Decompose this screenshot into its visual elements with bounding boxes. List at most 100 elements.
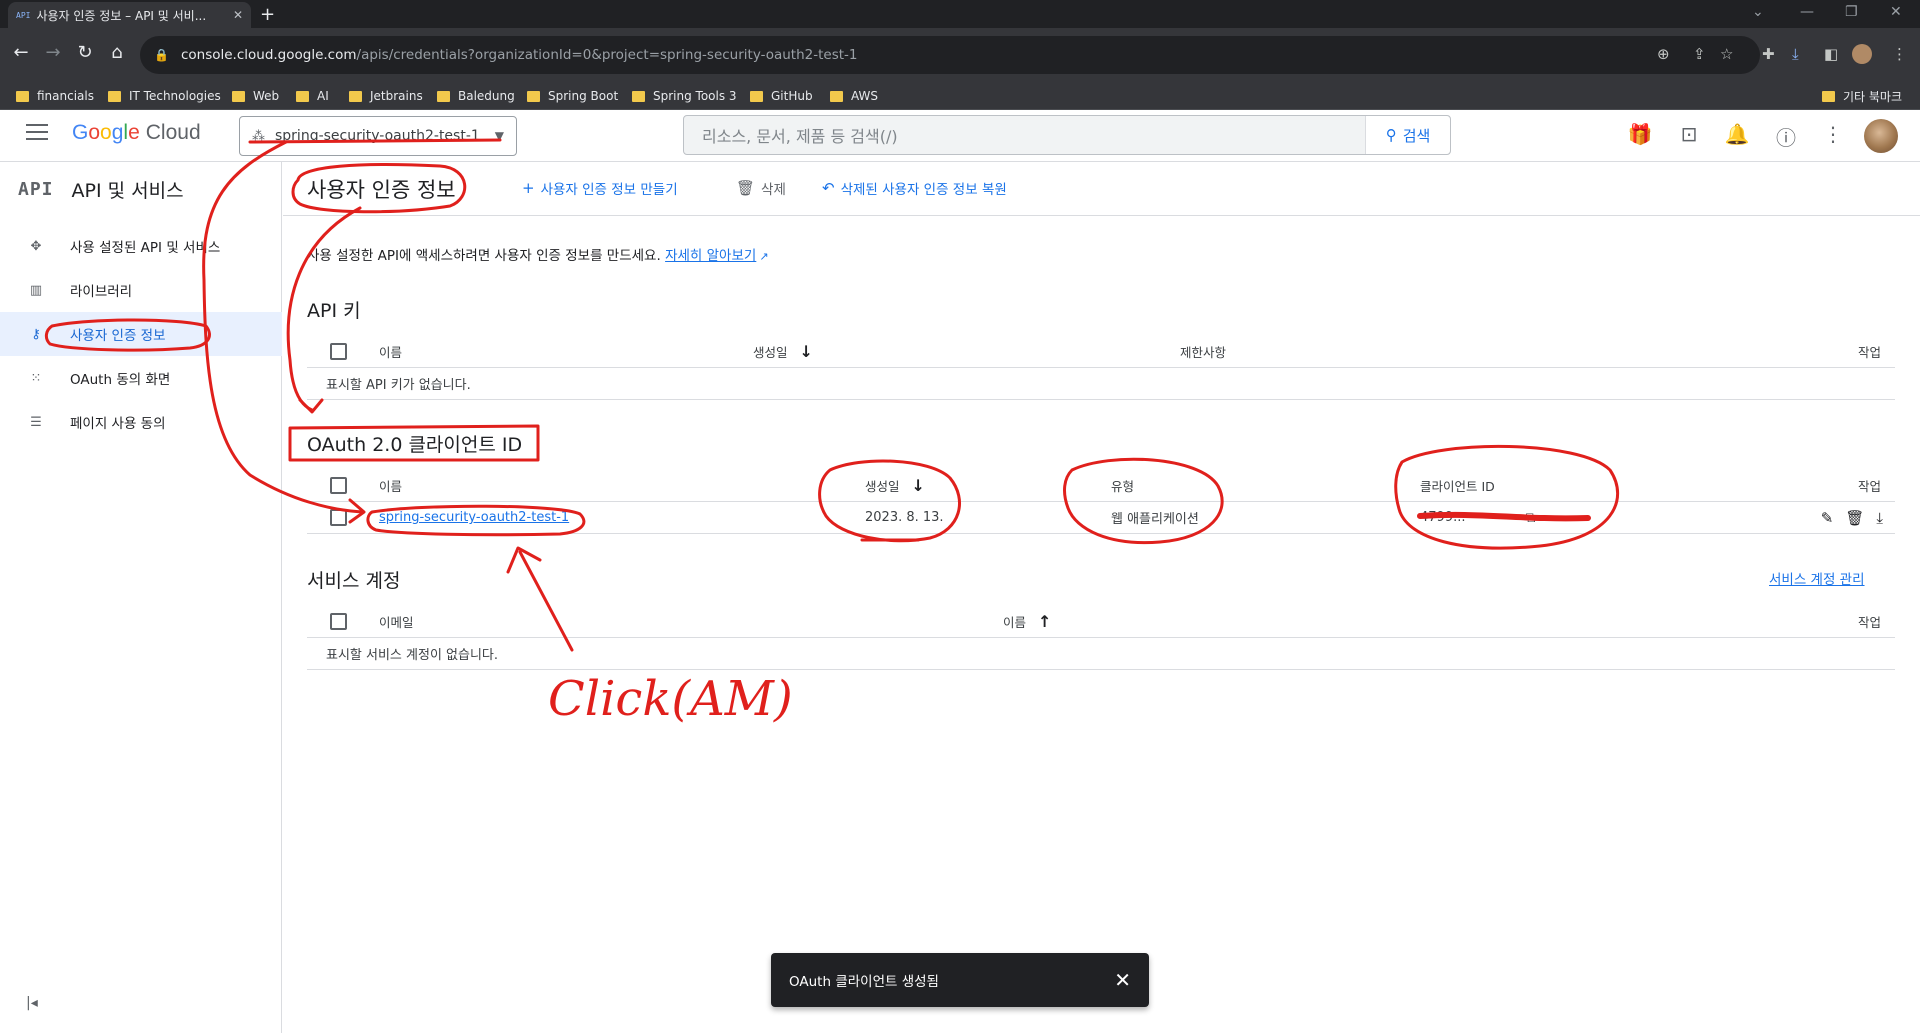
select-all-checkbox[interactable] [330, 342, 347, 360]
download-icon[interactable]: ⤓ [1876, 509, 1883, 527]
other-bookmarks[interactable]: 기타 북마크 [1822, 82, 1902, 110]
sidebar-item-library[interactable]: ▥ 라이브러리 [0, 268, 282, 312]
sidebar-item-credentials[interactable]: ⚷ 사용자 인증 정보 [0, 312, 282, 356]
bookmark-folder[interactable]: AWS [830, 82, 878, 110]
manage-service-accounts-link[interactable]: 서비스 계정 관리 [1769, 568, 1865, 588]
search-input[interactable]: 리소스, 문서, 제품 등 검색(/) [684, 123, 1365, 147]
download-icon[interactable]: ⤓ [1792, 45, 1799, 63]
minimize-icon[interactable]: — [1800, 4, 1814, 20]
empty-row: 표시할 API 키가 없습니다. [307, 368, 1895, 400]
delete-button[interactable]: 🗑 삭제 [736, 178, 786, 198]
bookmarks-bar [0, 82, 1920, 110]
bookmark-folder[interactable]: IT Technologies [108, 82, 221, 110]
api-keys-table: 이름 생성일 ↓ 제한사항 작업 표시할 API 키가 없습니다. [307, 335, 1895, 400]
arrow-up-icon: ↑ [1038, 611, 1052, 631]
edit-icon[interactable]: ✎ [1821, 509, 1834, 527]
forward-icon[interactable]: → [42, 42, 64, 63]
empty-message: 표시할 API 키가 없습니다. [326, 378, 471, 393]
project-name: spring-security-oauth2-test-1 [275, 128, 480, 144]
column-name[interactable]: 이름 [379, 470, 402, 501]
column-email[interactable]: 이메일 [379, 605, 414, 637]
bookmark-folder[interactable]: financials [16, 82, 94, 110]
oauth-clients-table: 이름 생성일 ↓ 유형 클라이언트 ID 작업 spring-security-o… [307, 470, 1895, 534]
annotation-arrowhead [506, 546, 542, 574]
folder-icon [437, 90, 450, 102]
bookmark-star-icon[interactable]: ☆ [1720, 45, 1733, 63]
restore-icon[interactable]: ❐ [1845, 4, 1858, 20]
more-menu-icon[interactable]: ⋮ [1892, 45, 1907, 63]
sidebar-title: API 및 서비스 [71, 180, 184, 202]
browser-tab[interactable]: API 사용자 인증 정보 – API 및 서비... ✕ [8, 2, 251, 28]
folder-icon [1822, 90, 1835, 102]
create-credentials-button[interactable]: + 사용자 인증 정보 만들기 [522, 178, 678, 198]
undo-icon: ↶ [822, 179, 835, 197]
side-panel-icon[interactable]: ◧ [1824, 45, 1838, 63]
sidebar-item-enabled-apis[interactable]: ✥ 사용 설정된 API 및 서비스 [0, 224, 282, 268]
close-tab-icon[interactable]: ✕ [233, 8, 243, 22]
gift-icon[interactable]: 🎁 [1627, 122, 1653, 146]
folder-icon [750, 90, 763, 102]
help-icon[interactable]: ⓘ [1773, 122, 1799, 151]
bookmark-folder[interactable]: AI [296, 82, 329, 110]
folder-icon [527, 90, 540, 102]
table-row: spring-security-oauth2-test-1 2023. 8. 1… [307, 502, 1895, 534]
extensions-icon[interactable]: ✚ [1762, 45, 1775, 63]
browser-tab-strip [0, 0, 1920, 28]
bookmark-folder[interactable]: Baledung [437, 82, 515, 110]
cloud-shell-icon[interactable]: ⊡ [1676, 122, 1702, 146]
address-bar[interactable]: 🔒 console.cloud.google.com/apis/credenti… [140, 36, 1760, 74]
column-created[interactable]: 생성일 ↓ [865, 470, 925, 501]
tab-search-icon[interactable]: ⌄ [1752, 4, 1764, 20]
learn-more-link[interactable]: 자세히 알아보기 [665, 248, 756, 264]
sidebar-item-oauth-consent[interactable]: ⁙ OAuth 동의 화면 [0, 356, 282, 400]
zoom-icon[interactable]: ⊕ [1657, 45, 1670, 63]
search-bar[interactable]: 리소스, 문서, 제품 등 검색(/) ⚲ 검색 [683, 115, 1451, 155]
arrow-down-icon: ↓ [799, 341, 813, 361]
column-type[interactable]: 유형 [1111, 470, 1134, 501]
bookmark-folder[interactable]: Spring Tools 3 [632, 82, 737, 110]
bookmark-folder[interactable]: Jetbrains [349, 82, 423, 110]
sidebar-item-page-usage[interactable]: ☰ 페이지 사용 동의 [0, 400, 282, 444]
home-icon[interactable]: ⌂ [106, 42, 128, 63]
close-window-icon[interactable]: ✕ [1890, 4, 1902, 20]
select-all-checkbox[interactable] [330, 477, 347, 494]
bookmark-folder[interactable]: Web [232, 82, 279, 110]
client-type: 웹 애플리케이션 [1111, 512, 1199, 527]
search-icon: ⚲ [1385, 126, 1397, 144]
new-tab-icon[interactable]: + [260, 4, 275, 25]
column-name[interactable]: 이름 [379, 335, 402, 367]
profile-icon[interactable] [1852, 44, 1872, 64]
api-logo: API [18, 179, 54, 200]
avatar[interactable] [1864, 119, 1898, 153]
external-link-icon: ↗ [759, 250, 769, 263]
folder-icon [830, 90, 843, 102]
client-name-link[interactable]: spring-security-oauth2-test-1 [379, 510, 569, 525]
restore-deleted-button[interactable]: ↶ 삭제된 사용자 인증 정보 복원 [822, 178, 1007, 198]
notifications-icon[interactable]: 🔔 [1724, 122, 1750, 146]
project-selector[interactable]: ⁂ spring-security-oauth2-test-1 ▼ [239, 116, 517, 156]
more-options-icon[interactable]: ⋮ [1820, 122, 1846, 146]
reload-icon[interactable]: ↻ [74, 42, 96, 63]
bookmark-folder[interactable]: GitHub [750, 82, 813, 110]
created-date: 2023. 8. 13. [865, 510, 944, 525]
bookmark-folder[interactable]: Spring Boot [527, 82, 618, 110]
collapse-sidebar-icon[interactable]: |◂ [26, 995, 38, 1011]
copy-icon[interactable]: ⧉ [1525, 510, 1535, 526]
menu-icon[interactable] [26, 124, 48, 145]
column-name[interactable]: 이름 ↑ [1003, 605, 1051, 637]
plus-icon: + [522, 179, 535, 197]
search-button[interactable]: ⚲ 검색 [1365, 116, 1450, 154]
row-checkbox[interactable] [330, 509, 347, 526]
google-cloud-logo[interactable]: Google Cloud [72, 121, 201, 145]
api-keys-title: API 키 [307, 300, 361, 322]
delete-icon[interactable]: 🗑 [1845, 509, 1864, 527]
back-icon[interactable]: ← [10, 42, 32, 63]
trash-icon: 🗑 [736, 179, 756, 197]
share-icon[interactable]: ⇪ [1693, 45, 1706, 63]
close-icon[interactable]: ✕ [1114, 968, 1131, 992]
select-all-checkbox[interactable] [330, 612, 347, 630]
column-actions: 작업 [1857, 344, 1881, 360]
column-actions: 작업 [1857, 614, 1881, 630]
column-created[interactable]: 생성일 ↓ [753, 335, 813, 367]
url-host: console.cloud.google.com [180, 47, 357, 63]
